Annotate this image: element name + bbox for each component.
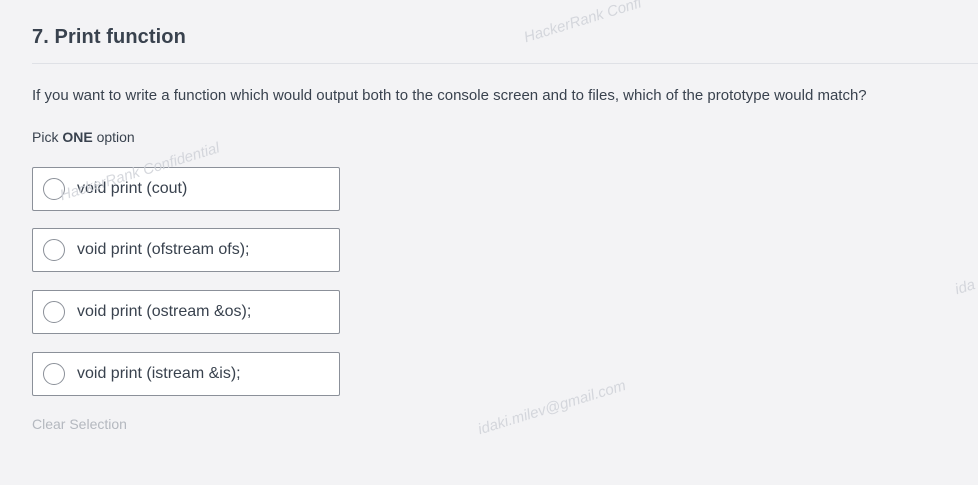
radio-button[interactable] xyxy=(43,301,65,323)
radio-button[interactable] xyxy=(43,178,65,200)
question-title: 7. Print function xyxy=(32,26,186,48)
option-label: void print (ofstream ofs); xyxy=(77,241,250,258)
option-4[interactable]: void print (istream &is); xyxy=(32,352,340,396)
option-1[interactable]: void print (cout) xyxy=(32,167,340,211)
option-2[interactable]: void print (ofstream ofs); xyxy=(32,228,340,272)
radio-button[interactable] xyxy=(43,239,65,261)
pick-suffix: option xyxy=(96,129,135,145)
title-divider xyxy=(32,63,978,64)
watermark-email: idaki.milev@gmail.com xyxy=(476,377,628,439)
pick-prefix: Pick xyxy=(32,129,59,145)
radio-button[interactable] xyxy=(43,363,65,385)
pick-instruction: Pick ONE option xyxy=(32,129,135,145)
watermark: ida xyxy=(953,276,978,299)
option-label: void print (istream &is); xyxy=(77,365,241,382)
option-label: void print (ostream &os); xyxy=(77,303,252,320)
option-label: void print (cout) xyxy=(77,180,188,197)
question-text: If you want to write a function which wo… xyxy=(32,87,867,104)
pick-count: ONE xyxy=(62,129,93,145)
watermark: HackerRank Confi xyxy=(522,0,644,47)
clear-selection-link[interactable]: Clear Selection xyxy=(32,416,127,432)
option-3[interactable]: void print (ostream &os); xyxy=(32,290,340,334)
